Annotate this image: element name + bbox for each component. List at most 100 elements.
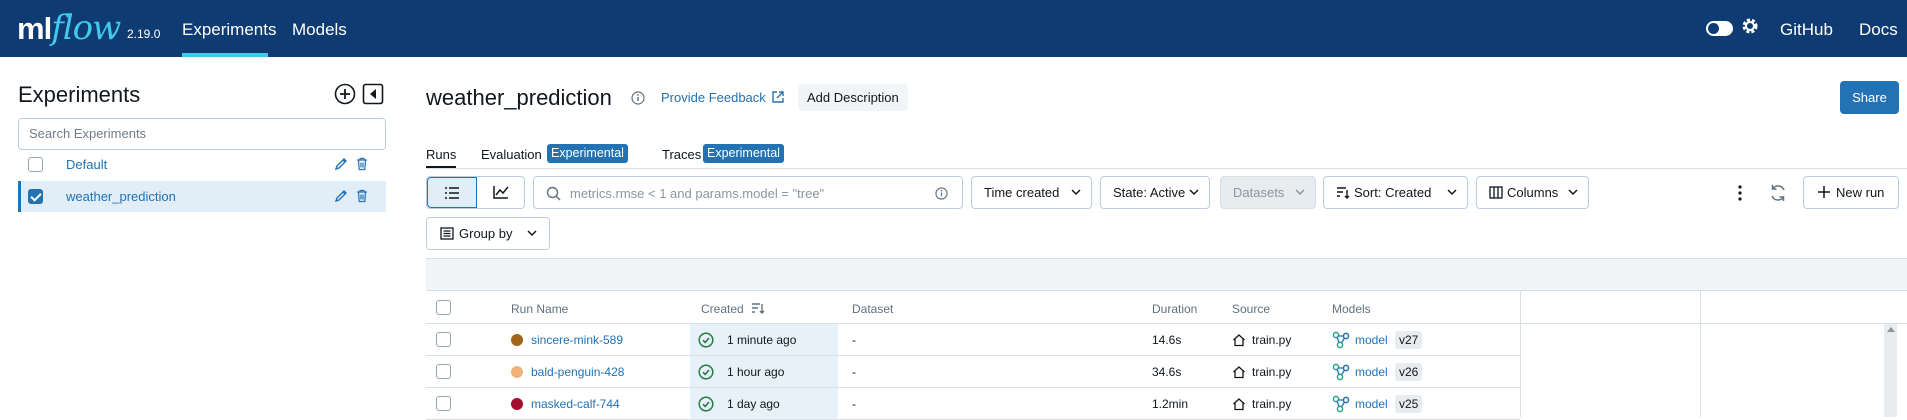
- dataset-cell: -: [852, 333, 856, 347]
- add-description-button[interactable]: Add Description: [798, 84, 908, 111]
- run-color-dot[interactable]: [511, 398, 523, 410]
- column-header-created[interactable]: Created: [701, 302, 744, 316]
- dark-mode-toggle[interactable]: [1706, 21, 1733, 36]
- tab-evaluation[interactable]: Evaluation: [481, 146, 542, 170]
- column-header-run-name[interactable]: Run Name: [511, 302, 568, 316]
- sort-dropdown[interactable]: Sort: Created: [1323, 176, 1468, 209]
- chevron-down-icon: [1447, 189, 1457, 196]
- model-graph-icon: [1332, 363, 1350, 381]
- created-time: 1 minute ago: [727, 333, 797, 347]
- table-row[interactable]: masked-calf-744 1 day ago - 1.2min train…: [426, 388, 1520, 420]
- source-cell[interactable]: train.py: [1252, 365, 1291, 379]
- search-icon: [546, 186, 561, 204]
- table-row[interactable]: sincere-mink-589 1 minute ago - 14.6s tr…: [426, 324, 1520, 356]
- logo-flow-text: flow: [51, 8, 121, 48]
- run-color-dot[interactable]: [511, 334, 523, 346]
- column-header-source[interactable]: Source: [1232, 302, 1270, 316]
- github-link[interactable]: GitHub: [1780, 0, 1833, 59]
- row-checkbox[interactable]: [436, 364, 451, 379]
- column-divider: [1520, 291, 1521, 417]
- nav-experiments[interactable]: Experiments: [182, 0, 276, 57]
- success-check-icon: [698, 364, 714, 380]
- refresh-icon[interactable]: [1768, 183, 1788, 203]
- model-link[interactable]: model: [1355, 397, 1388, 411]
- duration-cell: 34.6s: [1152, 365, 1182, 379]
- columns-icon: [1489, 186, 1503, 199]
- model-version-badge[interactable]: v25: [1395, 395, 1423, 413]
- experiment-name-link[interactable]: Default: [66, 157, 107, 172]
- tab-runs[interactable]: Runs: [426, 146, 457, 170]
- columns-label: Columns: [1507, 185, 1559, 200]
- model-version-badge[interactable]: v26: [1395, 363, 1423, 381]
- source-cell[interactable]: train.py: [1252, 397, 1291, 411]
- model-link[interactable]: model: [1355, 365, 1388, 379]
- experiment-name-link[interactable]: weather_prediction: [66, 189, 176, 204]
- select-all-checkbox[interactable]: [436, 300, 451, 315]
- version-label: 2.19.0: [127, 27, 161, 41]
- experiment-row-weather-prediction[interactable]: weather_prediction: [18, 181, 386, 212]
- docs-link[interactable]: Docs: [1859, 0, 1898, 59]
- model-graph-icon: [1332, 331, 1350, 349]
- run-color-dot[interactable]: [511, 366, 523, 378]
- duration-cell: 14.6s: [1152, 333, 1182, 347]
- experiment-checkbox[interactable]: [28, 157, 43, 172]
- new-run-button[interactable]: New run: [1803, 176, 1899, 209]
- datasets-dropdown[interactable]: Datasets: [1220, 176, 1316, 209]
- new-run-label: New run: [1836, 185, 1885, 200]
- source-cell[interactable]: train.py: [1252, 333, 1291, 347]
- run-name-link[interactable]: sincere-mink-589: [531, 333, 623, 347]
- table-vertical-scrollbar[interactable]: [1884, 324, 1897, 417]
- edit-pencil-icon[interactable]: [334, 157, 348, 171]
- collapse-sidebar-icon[interactable]: [362, 83, 384, 105]
- runs-search-input[interactable]: metrics.rmse < 1 and params.model = "tre…: [533, 176, 963, 209]
- logo-ml-text: ml: [17, 11, 52, 46]
- group-by-icon: [440, 227, 454, 240]
- group-by-label: Group by: [459, 226, 513, 241]
- delete-trash-icon[interactable]: [355, 189, 369, 203]
- provide-feedback-link[interactable]: Provide Feedback: [661, 90, 766, 105]
- column-header-duration[interactable]: Duration: [1152, 302, 1197, 316]
- table-row[interactable]: bald-penguin-428 1 hour ago - 34.6s trai…: [426, 356, 1520, 388]
- more-options-kebab-icon[interactable]: [1733, 183, 1747, 203]
- row-checkbox[interactable]: [436, 396, 451, 411]
- run-name-link[interactable]: masked-calf-744: [531, 397, 620, 411]
- mlflow-logo[interactable]: ml flow: [17, 8, 121, 48]
- sort-descending-icon[interactable]: [751, 302, 765, 315]
- tab-traces[interactable]: Traces: [662, 146, 701, 170]
- time-created-dropdown[interactable]: Time created: [971, 176, 1092, 209]
- experiment-checkbox-checked[interactable]: [28, 189, 43, 204]
- created-cell: 1 minute ago: [690, 324, 838, 355]
- search-help-info-icon[interactable]: [935, 187, 948, 203]
- table-view-button[interactable]: [427, 177, 477, 208]
- sidebar-title: Experiments: [18, 82, 141, 107]
- model-link[interactable]: model: [1355, 333, 1388, 347]
- info-icon[interactable]: [631, 91, 645, 105]
- model-graph-icon: [1332, 395, 1350, 413]
- create-experiment-plus-icon[interactable]: [334, 83, 356, 105]
- search-experiments-input[interactable]: Search Experiments: [18, 118, 386, 150]
- success-check-icon: [698, 332, 714, 348]
- plus-icon: [1818, 186, 1830, 198]
- chevron-down-icon: [1071, 189, 1081, 196]
- dataset-cell: -: [852, 365, 856, 379]
- settings-gear-icon[interactable]: [1740, 16, 1760, 38]
- external-link-icon[interactable]: [771, 90, 785, 104]
- state-dropdown[interactable]: State: Active: [1100, 176, 1210, 209]
- created-time: 1 hour ago: [727, 365, 785, 379]
- group-by-dropdown[interactable]: Group by: [426, 217, 550, 250]
- table-group-header-band: [426, 258, 1907, 291]
- edit-pencil-icon[interactable]: [334, 189, 348, 203]
- share-button[interactable]: Share: [1840, 81, 1899, 114]
- column-header-dataset[interactable]: Dataset: [852, 302, 893, 316]
- model-version-badge[interactable]: v27: [1395, 331, 1423, 349]
- column-header-models[interactable]: Models: [1332, 302, 1371, 316]
- run-name-link[interactable]: bald-penguin-428: [531, 365, 624, 379]
- delete-trash-icon[interactable]: [355, 157, 369, 171]
- nav-models[interactable]: Models: [292, 0, 347, 57]
- experiment-row-default[interactable]: Default: [18, 149, 386, 180]
- home-source-icon: [1233, 334, 1245, 347]
- chart-view-button[interactable]: [477, 177, 524, 208]
- row-checkbox[interactable]: [436, 332, 451, 347]
- top-navbar: ml flow 2.19.0 Experiments Models GitHub …: [0, 0, 1907, 57]
- columns-dropdown[interactable]: Columns: [1476, 176, 1589, 209]
